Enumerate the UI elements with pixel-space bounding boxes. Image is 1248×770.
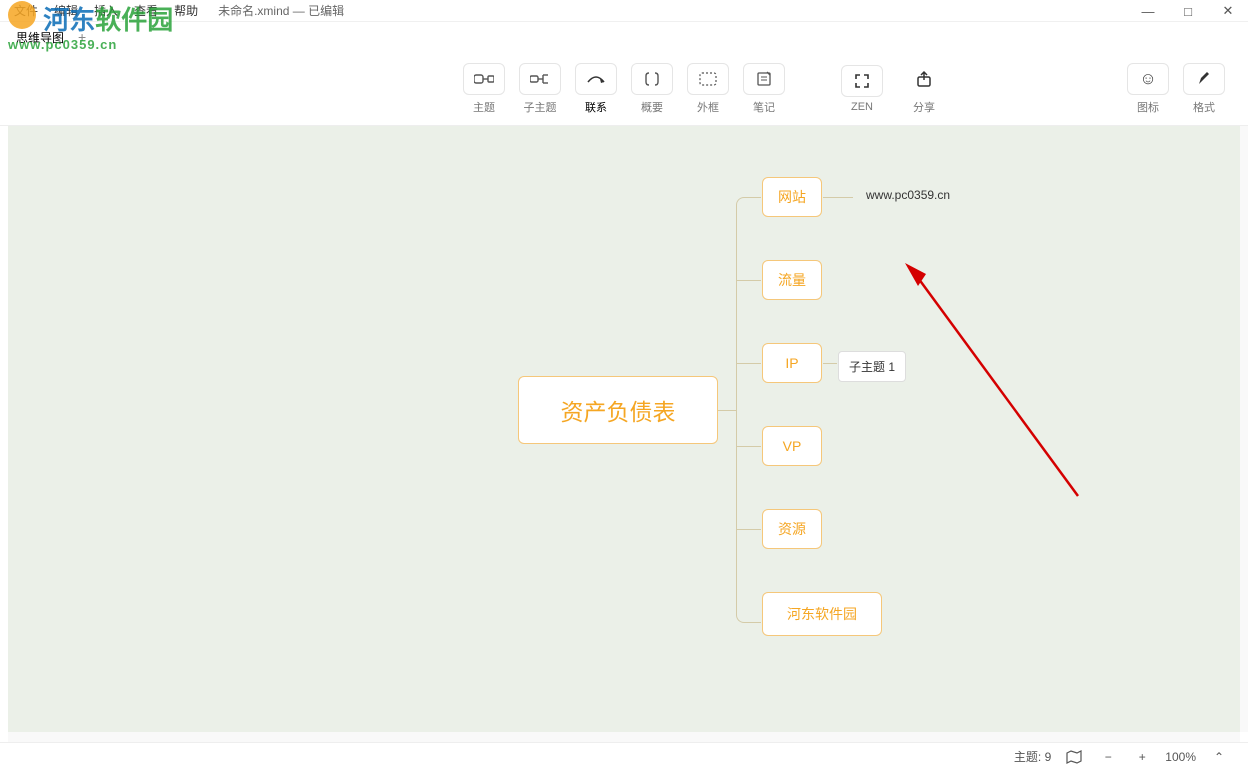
mindmap-canvas[interactable]: 资产负债表 网站 流量 IP VP 资源 河东软件园 www.pc0359.cn… xyxy=(8,126,1240,742)
expand-icon[interactable]: ⌃ xyxy=(1208,748,1230,766)
close-button[interactable]: ✕ xyxy=(1208,0,1248,22)
summary-button[interactable]: 概要 xyxy=(624,63,680,115)
subtopic-icon xyxy=(519,63,561,95)
horizontal-scrollbar[interactable] xyxy=(8,732,1240,742)
subtopic-button[interactable]: 子主题 xyxy=(512,63,568,115)
topic-traffic[interactable]: 流量 xyxy=(762,260,822,300)
icon-label: 图标 xyxy=(1137,99,1159,115)
relationship-label: 联系 xyxy=(585,99,607,115)
note-label: 笔记 xyxy=(753,99,775,115)
zen-icon xyxy=(841,65,883,97)
topic-resource[interactable]: 资源 xyxy=(762,509,822,549)
maximize-button[interactable]: □ xyxy=(1168,0,1208,22)
topic-vp[interactable]: VP xyxy=(762,426,822,466)
relationship-icon xyxy=(575,63,617,95)
menu-edit[interactable]: 编辑 xyxy=(46,2,86,19)
share-icon xyxy=(903,63,945,95)
brush-icon xyxy=(1183,63,1225,95)
menu-view[interactable]: 查看 xyxy=(126,2,166,19)
topic-website[interactable]: 网站 xyxy=(762,177,822,217)
vertical-scrollbar[interactable] xyxy=(1240,126,1248,732)
format-button[interactable]: 格式 xyxy=(1176,63,1232,115)
window-controls: — □ ✕ xyxy=(1128,0,1248,22)
add-tab-button[interactable]: + xyxy=(78,29,86,45)
minimize-button[interactable]: — xyxy=(1128,0,1168,22)
boundary-label: 外框 xyxy=(697,99,719,115)
subtopic-label: 子主题 xyxy=(524,99,557,115)
note-icon xyxy=(743,63,785,95)
menu-file[interactable]: 文件 xyxy=(6,2,46,19)
zen-button[interactable]: ZEN xyxy=(834,63,890,115)
topic-label: 主题 xyxy=(473,99,495,115)
zoom-in-button[interactable]: + xyxy=(1131,748,1153,766)
zoom-out-button[interactable]: − xyxy=(1097,748,1119,766)
note-button[interactable]: 笔记 xyxy=(736,63,792,115)
menu-bar: 文件 编辑 插入 查看 帮助 未命名.xmind — 已编辑 xyxy=(0,0,1248,22)
zen-label: ZEN xyxy=(851,101,873,113)
menu-insert[interactable]: 插入 xyxy=(86,2,126,19)
central-topic[interactable]: 资产负债表 xyxy=(518,376,718,444)
share-label: 分享 xyxy=(913,99,935,115)
zoom-level[interactable]: 100% xyxy=(1165,750,1196,764)
annotation-arrow xyxy=(898,256,1098,506)
tab-mindmap[interactable]: 思维导图 xyxy=(8,26,72,49)
summary-label: 概要 xyxy=(641,99,663,115)
boundary-button[interactable]: 外框 xyxy=(680,63,736,115)
format-label: 格式 xyxy=(1193,99,1215,115)
topic-icon xyxy=(463,63,505,95)
share-button[interactable]: 分享 xyxy=(890,63,958,115)
relationship-button[interactable]: 联系 xyxy=(568,63,624,115)
subtopic-url[interactable]: www.pc0359.cn xyxy=(866,188,950,202)
status-bar: 主题: 9 − + 100% ⌃ xyxy=(0,742,1248,770)
subtopic-1[interactable]: 子主题 1 xyxy=(838,351,906,382)
boundary-icon xyxy=(687,63,729,95)
map-overview-icon[interactable] xyxy=(1063,748,1085,766)
icon-button[interactable]: ☺ 图标 xyxy=(1120,63,1176,115)
topic-count-label: 主题: 9 xyxy=(1014,748,1051,765)
topic-button[interactable]: 主题 xyxy=(456,63,512,115)
tab-bar: 思维导图 + xyxy=(0,22,1248,52)
document-title: 未命名.xmind — 已编辑 xyxy=(218,2,344,19)
topic-hedong[interactable]: 河东软件园 xyxy=(762,592,882,636)
topic-ip[interactable]: IP xyxy=(762,343,822,383)
menu-help[interactable]: 帮助 xyxy=(166,2,206,19)
smile-icon: ☺ xyxy=(1127,63,1169,95)
toolbar: 主题 子主题 联系 概要 外框 xyxy=(0,52,1248,126)
summary-icon xyxy=(631,63,673,95)
